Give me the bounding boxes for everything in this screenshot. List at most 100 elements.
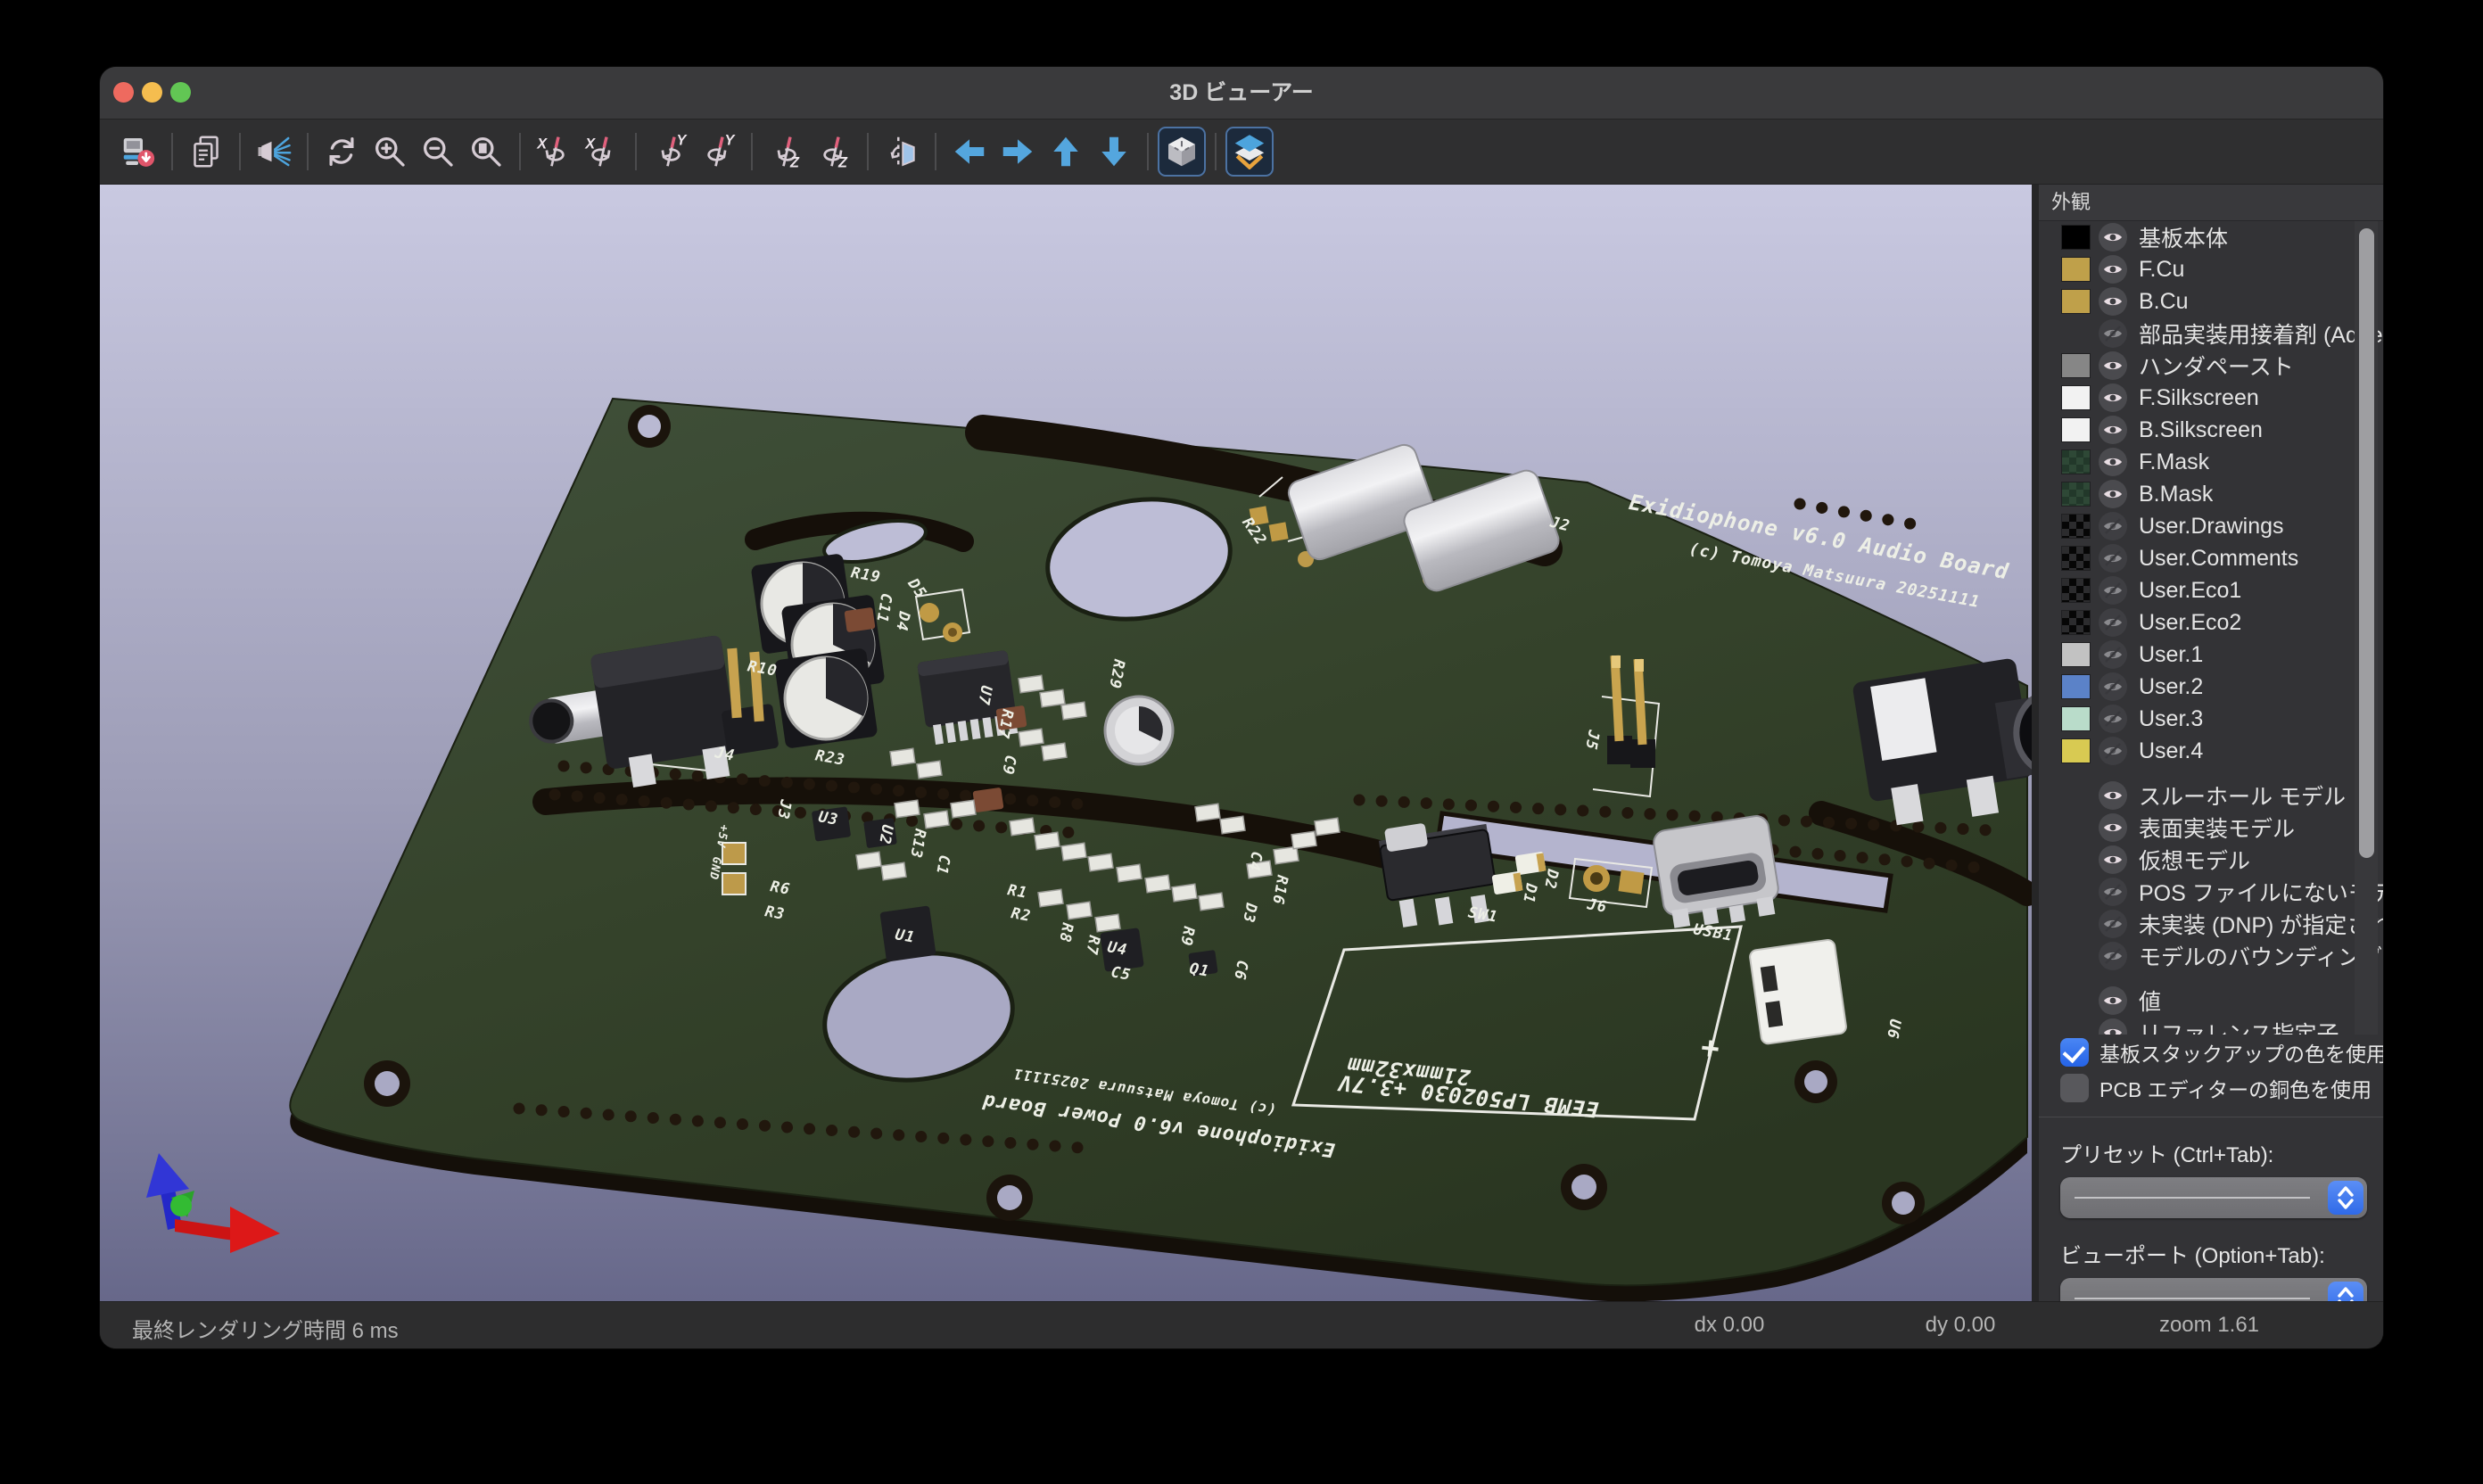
layer-row: User.4 [2039,735,2383,767]
pan-right-button[interactable] [994,127,1042,177]
reference-designator: J6 [1585,895,1609,917]
layer-row: 基板本体 [2039,221,2383,253]
eye-open-icon[interactable] [2099,416,2127,444]
eye-open-icon[interactable] [2099,383,2127,412]
layer-color-swatch[interactable] [2062,675,2090,698]
layers-icon [1232,134,1267,169]
eye-closed-icon[interactable] [2099,737,2127,765]
eye-open-icon[interactable] [2099,1018,2127,1035]
eye-closed-icon[interactable] [2099,942,2127,970]
preset-dropdown[interactable] [2060,1177,2367,1218]
reference-designator: D4 [892,609,913,633]
toolbar-separator [1215,133,1217,170]
layer-row: User.2 [2039,671,2383,703]
layer-color-swatch[interactable] [2062,643,2090,666]
rotate-y-clockwise-button[interactable]: Y [646,127,694,177]
preset-stepper-icon[interactable] [2328,1181,2363,1215]
eye-open-icon[interactable] [2099,986,2127,1015]
layer-color-swatch[interactable] [2062,354,2090,377]
zoom-out-button[interactable] [414,127,462,177]
eye-open-icon[interactable] [2099,223,2127,251]
layer-color-swatch[interactable] [2062,579,2090,602]
eye-open-icon[interactable] [2099,480,2127,508]
eye-open-icon[interactable] [2099,351,2127,380]
checkbox-label: 基板スタックアップの色を使用 [2099,1037,2383,1068]
flip-board-button[interactable] [878,127,926,177]
3d-viewport[interactable]: Exidiophone v6.0 Audio Board(c) Tomoya M… [100,185,2032,1301]
layer-label: F.Mask [2139,449,2209,475]
eye-open-icon[interactable] [2099,845,2127,874]
layer-row: リファレンス指定子 [2039,1017,2383,1035]
eye-open-icon[interactable] [2099,287,2127,316]
layer-color-swatch[interactable] [2062,611,2090,634]
reference-designator: R6 [769,878,792,899]
layer-color-swatch[interactable] [2062,707,2090,730]
rotate-x-clockwise-button[interactable]: X [530,127,578,177]
pan-up-button[interactable] [1042,127,1090,177]
checkbox-row: PCB エディターの銅色を使用 [2060,1070,2383,1106]
layers-list: 基板本体F.CuB.Cu部品実装用接着剤 (Adhesive)ハンダペーストF.… [2039,221,2383,1035]
svg-text:X: X [536,136,548,152]
rotate-z-clockwise-button[interactable]: Z [762,127,810,177]
layer-color-swatch[interactable] [2062,226,2090,249]
eye-closed-icon[interactable] [2099,576,2127,605]
eye-closed-icon[interactable] [2099,640,2127,669]
pan-down-button[interactable] [1090,127,1138,177]
eye-closed-icon[interactable] [2099,878,2127,906]
checkbox-unchecked[interactable] [2060,1074,2089,1102]
layer-row: スルーホール モデル [2039,779,2383,812]
layer-color-swatch[interactable] [2062,290,2090,313]
layer-label: User.2 [2139,674,2203,700]
eye-open-icon[interactable] [2099,813,2127,842]
rotate-y-counterclockwise-button[interactable]: Y [694,127,742,177]
eye-open-icon[interactable] [2099,781,2127,810]
zoom-to-fit-button[interactable] [462,127,510,177]
copy-image-button[interactable] [182,127,230,177]
raytracing-render-button[interactable] [250,127,298,177]
pan-left-button[interactable] [945,127,994,177]
appearance-panel-button[interactable] [1225,127,1274,177]
eye-closed-icon[interactable] [2099,705,2127,733]
toolbar-separator [519,133,521,170]
battery-connector-u6 [1749,939,1847,1044]
layer-label: User.Drawings [2139,514,2284,540]
window-title: 3D ビューアー [100,67,2383,119]
rotate-z-counterclockwise-button[interactable]: Z [810,127,858,177]
layer-label: B.Cu [2139,289,2189,315]
layer-color-swatch[interactable] [2062,515,2090,538]
reference-designator: Q1 [1188,960,1211,981]
layer-color-swatch[interactable] [2062,547,2090,570]
reference-designator: U4 [1106,938,1129,960]
layer-color-swatch[interactable] [2062,386,2090,409]
eye-closed-icon[interactable] [2099,910,2127,938]
layer-row: B.Cu [2039,285,2383,317]
eye-closed-icon[interactable] [2099,512,2127,540]
layer-label: POS ファイルにないモデル [2139,876,2383,908]
layers-scrollbar-thumb[interactable] [2359,228,2374,858]
toolbar-separator [935,133,936,170]
layer-color-swatch[interactable] [2062,450,2090,474]
eye-closed-icon[interactable] [2099,544,2127,573]
layer-color-swatch[interactable] [2062,418,2090,441]
pandown-icon [1096,134,1132,169]
eye-closed-icon[interactable] [2099,608,2127,637]
reference-designator: R8 [1055,921,1077,944]
eye-closed-icon[interactable] [2099,672,2127,701]
layer-color-swatch[interactable] [2062,739,2090,763]
rotate-x-counterclockwise-button[interactable]: X [578,127,626,177]
eye-open-icon[interactable] [2099,448,2127,476]
reload-board-button[interactable] [114,127,162,177]
redraw-button[interactable] [318,127,366,177]
eye-open-icon[interactable] [2099,255,2127,284]
reference-designator: R1 [1006,881,1029,903]
layer-label: User.1 [2139,642,2203,668]
layer-color-swatch[interactable] [2062,258,2090,281]
layer-label: 部品実装用接着剤 (Adhesive) [2139,317,2383,350]
layer-color-swatch[interactable] [2062,482,2090,506]
3d-viewer-window: 3D ビューアー XXYYZZ [100,67,2383,1348]
title-bar[interactable]: 3D ビューアー [100,67,2383,120]
checkbox-checked[interactable] [2060,1038,2089,1067]
eye-closed-icon[interactable] [2099,319,2127,348]
orthographic-projection-button[interactable] [1158,127,1206,177]
zoom-in-button[interactable] [366,127,414,177]
